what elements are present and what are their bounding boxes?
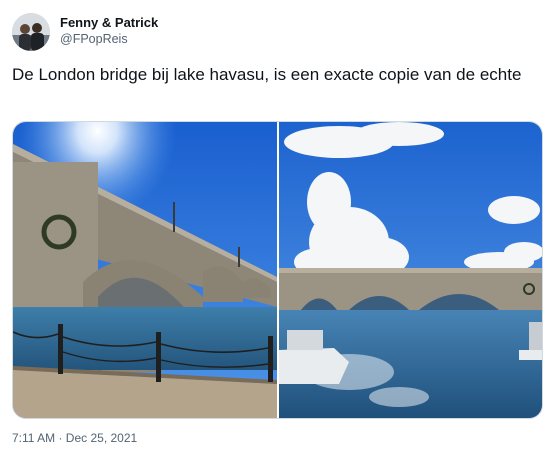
- tweet-timestamp[interactable]: 7:11 AM · Dec 25, 2021: [12, 430, 137, 446]
- photo-bridge-cloud[interactable]: [279, 122, 542, 418]
- avatar[interactable]: [12, 13, 50, 51]
- avatar-image: [12, 13, 50, 51]
- author-handle[interactable]: @FPopReis: [60, 32, 128, 47]
- tweet-text: De London bridge bij lake havasu, is een…: [12, 65, 522, 84]
- photo-left-image: [13, 122, 277, 418]
- tweet-media-grid: [12, 121, 543, 419]
- author-display-name[interactable]: Fenny & Patrick: [60, 15, 158, 31]
- photo-bridge-arches[interactable]: [13, 122, 277, 418]
- photo-right-image: [279, 122, 542, 418]
